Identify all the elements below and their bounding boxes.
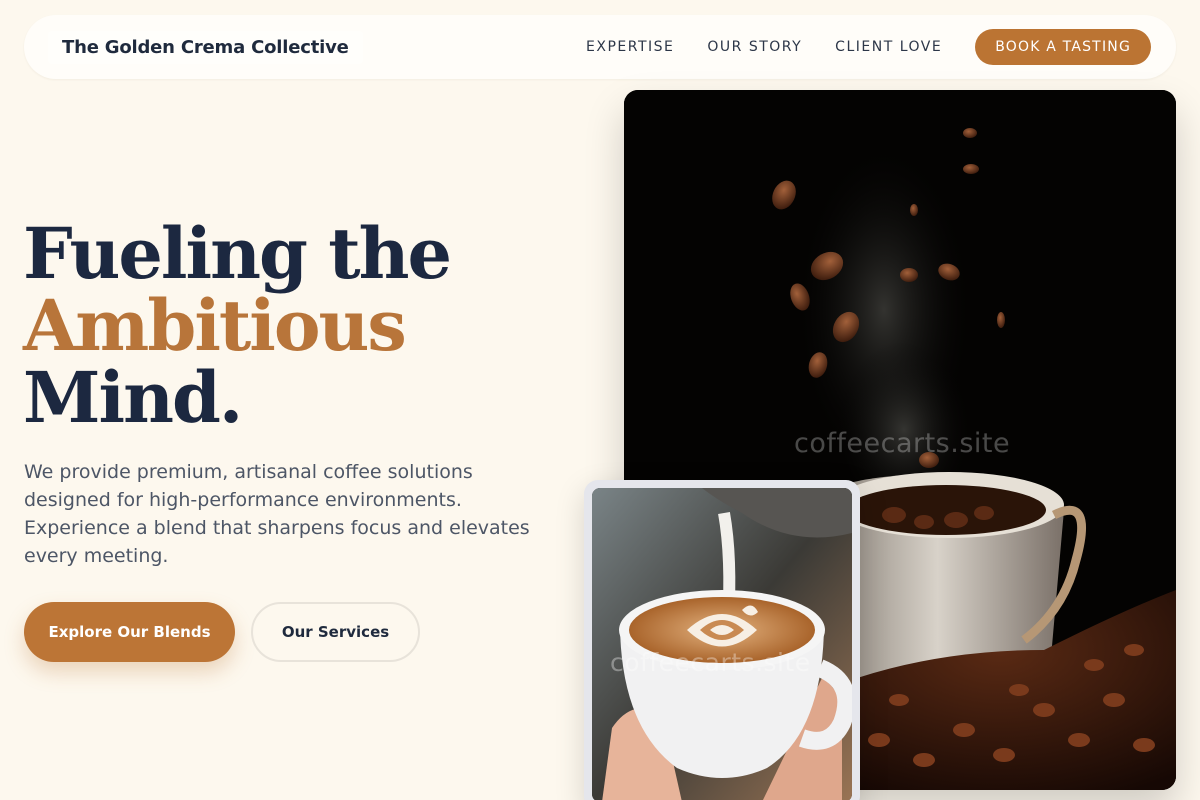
brand-logo[interactable]: The Golden Crema Collective — [48, 30, 363, 64]
nav-link-client-love[interactable]: CLIENT LOVE — [835, 39, 942, 55]
hero-title-accent: Ambitious — [23, 284, 407, 367]
latte-art-photo: coffeecarts.site — [592, 488, 852, 800]
page: The Golden Crema Collective EXPERTISE OU… — [0, 0, 1200, 800]
hero-description: We provide premium, artisanal coffee sol… — [24, 461, 530, 567]
hero-title-line-1: Fueling the — [23, 212, 452, 295]
nav-link-expertise[interactable]: EXPERTISE — [586, 39, 674, 55]
top-navbar: The Golden Crema Collective EXPERTISE OU… — [24, 15, 1176, 79]
nav-link-our-story[interactable]: OUR STORY — [707, 39, 802, 55]
hero-title: Fueling the Ambitious Mind. — [23, 218, 583, 434]
explore-blends-button[interactable]: Explore Our Blends — [24, 602, 235, 662]
hero-title-line-3: Mind. — [23, 356, 243, 439]
our-services-button[interactable]: Our Services — [251, 602, 420, 662]
latte-art-illustration — [592, 488, 852, 800]
book-tasting-button[interactable]: BOOK A TASTING — [975, 29, 1151, 65]
main-nav: EXPERTISE OUR STORY CLIENT LOVE BOOK A T… — [586, 29, 1151, 65]
latte-photo-frame: coffeecarts.site — [584, 480, 860, 800]
